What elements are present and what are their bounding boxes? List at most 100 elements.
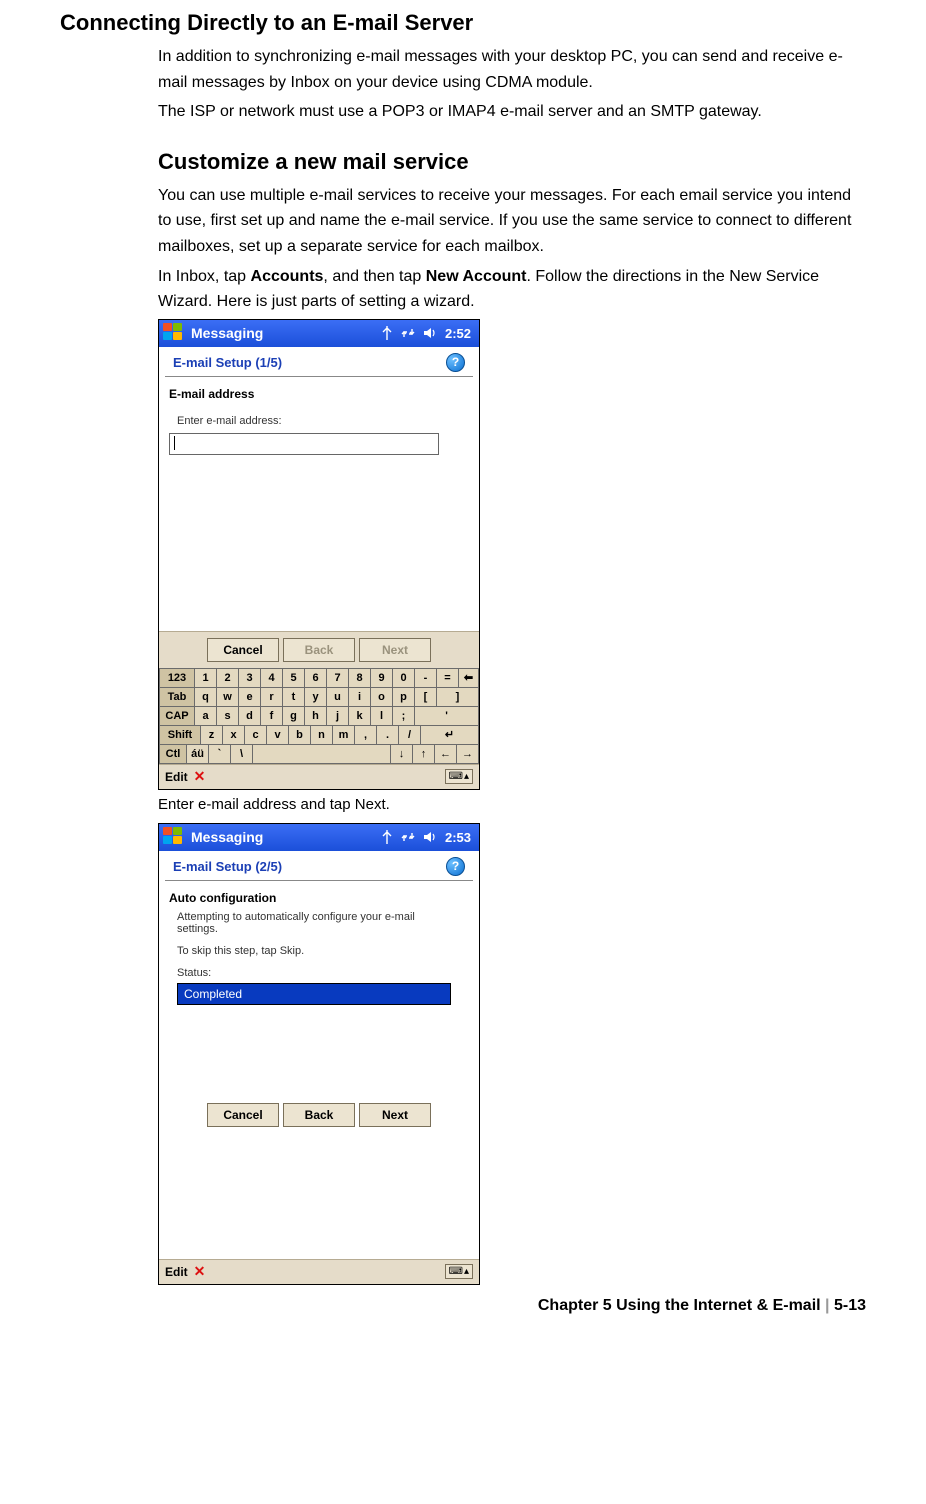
step-header: E-mail Setup (2/5) ? <box>165 851 473 881</box>
next-button[interactable]: Next <box>359 1103 431 1127</box>
key[interactable]: r <box>261 688 283 707</box>
key[interactable]: f <box>261 707 283 726</box>
email-address-input[interactable] <box>169 433 439 455</box>
text-span: In Inbox, tap <box>158 268 251 285</box>
bottom-bar: Edit ✕ ⌨ ▴ <box>159 1259 479 1284</box>
key[interactable]: b <box>289 726 311 745</box>
key[interactable]: 8 <box>349 669 371 688</box>
screenshot-email-setup-1: Messaging 2:52 E-mail Setup (1/5) ? E-ma… <box>158 319 480 790</box>
key-left[interactable]: ← <box>435 745 457 764</box>
cancel-button[interactable]: Cancel <box>207 638 279 662</box>
key[interactable]: = <box>437 669 459 688</box>
next-button: Next <box>359 638 431 662</box>
key[interactable]: x <box>223 726 245 745</box>
key[interactable]: 3 <box>239 669 261 688</box>
signal-icon <box>381 830 393 844</box>
key[interactable]: [ <box>415 688 437 707</box>
key[interactable]: 7 <box>327 669 349 688</box>
new-account-bold: New Account <box>426 268 527 285</box>
key[interactable]: ` <box>209 745 231 764</box>
key[interactable]: h <box>305 707 327 726</box>
key[interactable]: e <box>239 688 261 707</box>
kbd-row-4: Shift z x c v b n m , . / ↵ <box>159 726 479 745</box>
key[interactable]: j <box>327 707 349 726</box>
key[interactable]: i <box>349 688 371 707</box>
kbd-row-3: CAP a s d f g h j k l ; ' <box>159 707 479 726</box>
back-button: Back <box>283 638 355 662</box>
key[interactable]: 6 <box>305 669 327 688</box>
key[interactable]: o <box>371 688 393 707</box>
key-enter[interactable]: ↵ <box>421 726 479 745</box>
key[interactable]: q <box>195 688 217 707</box>
footer-separator-icon: | <box>825 1297 834 1314</box>
key[interactable]: s <box>217 707 239 726</box>
kbd-row-2: Tab q w e r t y u i o p [ ] <box>159 688 479 707</box>
key-accent[interactable]: áü <box>187 745 209 764</box>
key[interactable]: 9 <box>371 669 393 688</box>
key-tab[interactable]: Tab <box>159 688 195 707</box>
chevron-up-icon: ▴ <box>464 1266 469 1277</box>
key[interactable]: v <box>267 726 289 745</box>
key-ctl[interactable]: Ctl <box>159 745 187 764</box>
key[interactable]: g <box>283 707 305 726</box>
help-icon[interactable]: ? <box>446 857 465 876</box>
key-right[interactable]: → <box>457 745 479 764</box>
key[interactable]: c <box>245 726 267 745</box>
key[interactable]: y <box>305 688 327 707</box>
paragraph-3: You can use multiple e-mail services to … <box>158 183 866 260</box>
speaker-icon <box>423 830 437 844</box>
key[interactable]: . <box>377 726 399 745</box>
key-shift[interactable]: Shift <box>159 726 201 745</box>
key-backspace[interactable]: ⬅ <box>459 669 479 688</box>
paragraph-4: In Inbox, tap Accounts, and then tap New… <box>158 264 866 315</box>
sip-toggle[interactable]: ⌨ ▴ <box>445 769 473 784</box>
key[interactable]: \ <box>231 745 253 764</box>
prompt-label: Enter e-mail address: <box>177 415 469 427</box>
key-space[interactable] <box>253 745 391 764</box>
accounts-bold: Accounts <box>251 268 324 285</box>
key[interactable]: ; <box>393 707 415 726</box>
close-icon[interactable]: ✕ <box>194 768 206 785</box>
key[interactable]: l <box>371 707 393 726</box>
key[interactable]: z <box>201 726 223 745</box>
help-icon[interactable]: ? <box>446 353 465 372</box>
onscreen-keyboard[interactable]: 123 1 2 3 4 5 6 7 8 9 0 - = ⬅ Tab <box>159 668 479 764</box>
section-label: Auto configuration <box>169 891 469 905</box>
heading-connecting: Connecting Directly to an E-mail Server <box>60 10 866 36</box>
section-label: E-mail address <box>169 387 469 401</box>
key[interactable]: t <box>283 688 305 707</box>
key-caps[interactable]: CAP <box>159 707 195 726</box>
key[interactable]: d <box>239 707 261 726</box>
key[interactable]: a <box>195 707 217 726</box>
key[interactable]: ] <box>437 688 479 707</box>
key[interactable]: 2 <box>217 669 239 688</box>
close-icon[interactable]: ✕ <box>194 1263 206 1280</box>
key[interactable]: n <box>311 726 333 745</box>
key[interactable]: 5 <box>283 669 305 688</box>
keyboard-icon: ⌨ <box>449 771 462 782</box>
cancel-button[interactable]: Cancel <box>207 1103 279 1127</box>
key[interactable]: k <box>349 707 371 726</box>
key[interactable]: u <box>327 688 349 707</box>
edit-menu[interactable]: Edit <box>165 1265 188 1279</box>
key[interactable]: 0 <box>393 669 415 688</box>
back-button[interactable]: Back <box>283 1103 355 1127</box>
key[interactable]: 1 <box>195 669 217 688</box>
footer-page-number: 5-13 <box>834 1297 866 1314</box>
key[interactable]: m <box>333 726 355 745</box>
key-down[interactable]: ↓ <box>391 745 413 764</box>
key-up[interactable]: ↑ <box>413 745 435 764</box>
titlebar-title: Messaging <box>191 829 381 845</box>
key[interactable]: p <box>393 688 415 707</box>
sip-toggle[interactable]: ⌨ ▴ <box>445 1264 473 1279</box>
key[interactable]: , <box>355 726 377 745</box>
key[interactable]: ' <box>415 707 479 726</box>
wizard-button-row: Cancel Back Next <box>159 631 479 668</box>
key[interactable]: / <box>399 726 421 745</box>
edit-menu[interactable]: Edit <box>165 770 188 784</box>
key-mode[interactable]: 123 <box>159 669 195 688</box>
key[interactable]: - <box>415 669 437 688</box>
key[interactable]: w <box>217 688 239 707</box>
connectivity-icon <box>401 830 415 844</box>
key[interactable]: 4 <box>261 669 283 688</box>
